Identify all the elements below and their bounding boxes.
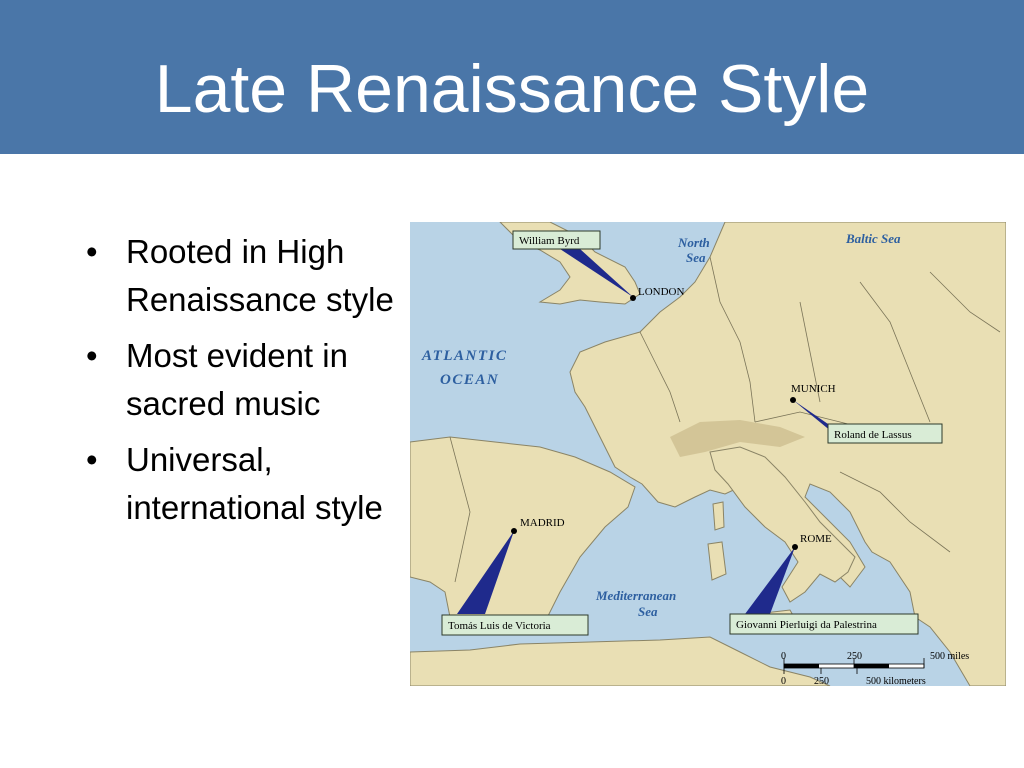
north-sea-label: Sea xyxy=(686,250,706,265)
scale-km-250: 250 xyxy=(814,676,829,686)
victoria-callout: Tomás Luis de Victoria xyxy=(441,614,589,636)
baltic-sea-label: Baltic Sea xyxy=(845,231,901,246)
bullet-item: • Most evident in sacred music xyxy=(86,332,406,428)
scale-km-500: 500 kilometers xyxy=(866,676,926,686)
palestrina-label: Giovanni Pierluigi da Palestrina xyxy=(736,619,877,631)
bullet-text: Most evident in sacred music xyxy=(126,337,348,422)
victoria-label: Tomás Luis de Victoria xyxy=(448,620,551,632)
europe-map: North Sea Baltic Sea ATLANTIC OCEAN Medi… xyxy=(410,222,1006,686)
atlantic-ocean-label: OCEAN xyxy=(440,372,499,388)
slide-title: Late Renaissance Style xyxy=(154,51,870,127)
atlantic-ocean-label: ATLANTIC xyxy=(421,348,507,364)
lassus-label: Roland de Lassus xyxy=(834,429,912,441)
palestrina-callout: Giovanni Pierluigi da Palestrina xyxy=(729,613,919,635)
map-svg: North Sea Baltic Sea ATLANTIC OCEAN Medi… xyxy=(410,222,1006,686)
bullet-text: Rooted in High Renaissance style xyxy=(126,233,394,318)
bullet-glyph: • xyxy=(86,337,98,374)
mediterranean-sea-label: Sea xyxy=(638,604,658,619)
byrd-label: William Byrd xyxy=(519,235,580,247)
bullet-glyph: • xyxy=(86,441,98,478)
london-dot xyxy=(630,295,636,301)
rome-label: ROME xyxy=(800,533,832,545)
scale-km-0: 0 xyxy=(781,676,786,686)
bullet-list: • Rooted in High Renaissance style • Most … xyxy=(86,228,406,540)
madrid-label: MADRID xyxy=(520,517,565,529)
munich-label: MUNICH xyxy=(791,383,836,395)
mediterranean-sea-label: Mediterranean xyxy=(595,588,676,603)
byrd-callout: William Byrd xyxy=(512,230,601,250)
madrid-dot xyxy=(511,528,517,534)
bullet-item: • Rooted in High Renaissance style xyxy=(86,228,406,324)
bullet-item: • Universal, international style xyxy=(86,436,406,532)
scale-miles-250: 250 xyxy=(847,651,862,662)
scale-miles-0: 0 xyxy=(781,651,786,662)
bullet-glyph: • xyxy=(86,233,98,270)
lassus-callout: Roland de Lassus xyxy=(827,423,943,444)
bullet-text: Universal, international style xyxy=(126,441,383,526)
london-label: LONDON xyxy=(638,286,684,298)
rome-dot xyxy=(792,544,798,550)
munich-dot xyxy=(790,397,796,403)
corsica-land xyxy=(712,501,725,531)
scale-miles-500: 500 miles xyxy=(930,651,969,662)
north-sea-label: North xyxy=(677,235,710,250)
